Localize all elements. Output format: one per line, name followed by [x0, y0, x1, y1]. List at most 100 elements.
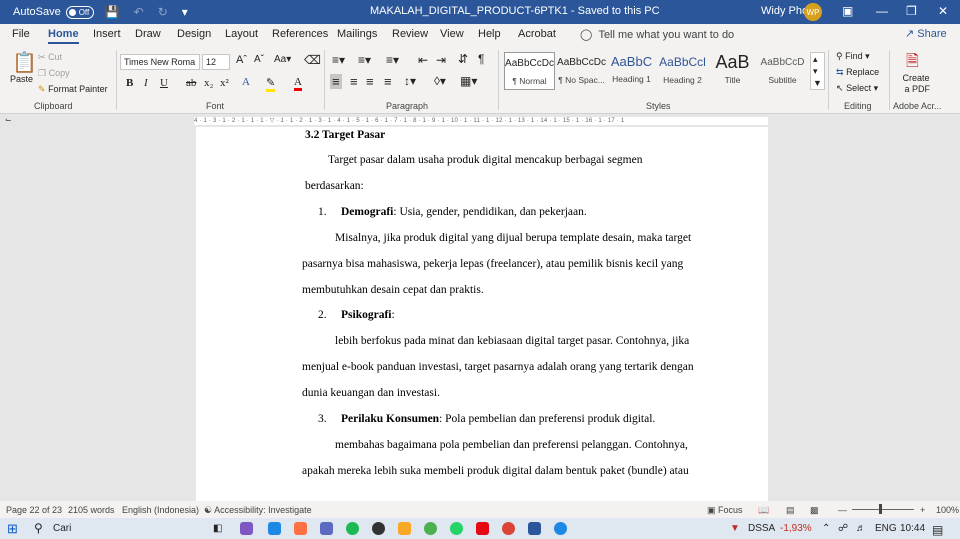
strikethrough-icon[interactable]: ab [186, 77, 196, 89]
autosave-toggle[interactable]: Off [65, 5, 94, 19]
redo-icon[interactable]: ↻ [158, 5, 168, 19]
paste-button[interactable]: Paste [10, 74, 33, 84]
spotify-icon[interactable] [346, 522, 359, 535]
multilevel-list-icon[interactable]: ≡▾ [386, 53, 399, 67]
tray-chevron-icon[interactable]: ⌃ [822, 523, 830, 534]
read-mode-icon[interactable]: 📖 [758, 505, 769, 516]
word-icon[interactable] [528, 522, 541, 535]
font-color-icon[interactable]: A [294, 76, 302, 91]
tab-file[interactable]: File [12, 28, 30, 40]
undo-icon[interactable]: ↶ [134, 5, 144, 19]
stock-ticker[interactable]: DSSA [748, 523, 775, 534]
font-size-select[interactable]: 12 [202, 54, 230, 70]
ribbon-display-icon[interactable]: ▣ [842, 4, 853, 18]
user-name[interactable]: Widy Pho [761, 5, 808, 17]
language-indicator[interactable]: English (Indonesia) [122, 505, 199, 515]
decrease-indent-icon[interactable]: ⇤ [418, 53, 428, 67]
tab-draw[interactable]: Draw [135, 28, 161, 40]
minimize-icon[interactable]: — [876, 4, 888, 18]
whatsapp-icon[interactable] [450, 522, 463, 535]
app-icon[interactable] [320, 522, 333, 535]
document-title[interactable]: MAKALAH_DIGITAL_PRODUCT-6PTK1 - Saved to… [370, 5, 660, 17]
app-icon[interactable] [240, 522, 253, 535]
styles-scroll-icon[interactable]: ▴ ▾ ▼ [810, 52, 825, 90]
stock-change[interactable]: -1,93% [780, 523, 812, 534]
style-subtitle[interactable]: AaBbCcD Subtitle [757, 52, 808, 90]
font-name-select[interactable]: Times New Roma [120, 54, 200, 70]
tab-selector-icon[interactable]: ⌙ [5, 115, 12, 124]
increase-indent-icon[interactable]: ⇥ [436, 53, 446, 67]
highlight-icon[interactable]: ✎ [266, 76, 276, 92]
numbering-icon[interactable]: ≡▾ [358, 53, 371, 67]
cut-button[interactable]: ✂ Cut [38, 52, 62, 63]
shading-icon[interactable]: ◊▾ [434, 74, 446, 88]
text-effects-icon[interactable]: A [242, 76, 250, 88]
find-button[interactable]: ⚲ Find ▾ [836, 51, 870, 62]
web-layout-icon[interactable]: ▩ [810, 505, 819, 516]
style-no-spacing[interactable]: AaBbCcDc ¶ No Spac... [556, 52, 607, 90]
avatar[interactable]: WP [804, 3, 822, 21]
line-spacing-icon[interactable]: ↕▾ [404, 74, 416, 88]
zoom-slider-thumb[interactable] [879, 504, 882, 514]
focus-button[interactable]: ▣ Focus [707, 505, 743, 516]
tab-view[interactable]: View [440, 28, 464, 40]
app-icon[interactable] [372, 522, 385, 535]
zoom-slider[interactable] [852, 509, 914, 510]
tab-help[interactable]: Help [478, 28, 501, 40]
style-heading-2[interactable]: AaBbCcl Heading 2 [657, 52, 708, 90]
tab-layout[interactable]: Layout [225, 28, 258, 40]
underline-icon[interactable]: U [160, 77, 168, 89]
share-button[interactable]: ↗ Share [905, 27, 947, 40]
tab-review[interactable]: Review [392, 28, 428, 40]
replace-button[interactable]: ⇆ Replace [836, 67, 879, 78]
align-right-icon[interactable]: ≡ [366, 74, 374, 89]
save-icon[interactable]: 💾 [105, 5, 120, 19]
tab-insert[interactable]: Insert [93, 28, 121, 40]
zoom-level[interactable]: 100% [936, 505, 959, 515]
sort-icon[interactable]: ⇵ [458, 52, 468, 66]
chrome-icon[interactable] [424, 522, 437, 535]
search-icon[interactable]: ⚲ [34, 521, 43, 535]
tab-mailings[interactable]: Mailings [337, 28, 377, 40]
paste-icon[interactable]: 📋 [12, 50, 37, 75]
language-indicator[interactable]: ENG [875, 523, 897, 534]
style-heading-1[interactable]: AaBbC Heading 1 [606, 52, 657, 90]
bold-icon[interactable]: B [126, 77, 133, 89]
italic-icon[interactable]: I [144, 77, 148, 89]
restore-icon[interactable]: ❐ [906, 4, 917, 18]
page-count[interactable]: Page 22 of 23 [6, 505, 62, 515]
align-center-icon[interactable]: ≡ [350, 74, 358, 89]
create-pdf-button[interactable]: Create a PDF [902, 73, 931, 95]
subscript-icon[interactable]: x₂ [204, 77, 213, 89]
volume-icon[interactable]: ♬ [856, 523, 866, 534]
tab-acrobat[interactable]: Acrobat [518, 28, 556, 40]
taskbar-search[interactable]: Cari [53, 523, 71, 534]
zoom-in-icon[interactable]: + [920, 505, 925, 515]
chrome-icon[interactable] [502, 522, 515, 535]
task-view-icon[interactable]: ◧ [213, 523, 222, 534]
grow-font-icon[interactable]: Aˆ [236, 54, 247, 66]
copy-button[interactable]: ❐ Copy [38, 68, 70, 79]
accessibility-status[interactable]: ☯ Accessibility: Investigate [204, 505, 312, 516]
bullets-icon[interactable]: ≡▾ [332, 53, 345, 67]
close-icon[interactable]: ✕ [938, 4, 948, 18]
clock[interactable]: 10:44 [900, 523, 925, 534]
justify-icon[interactable]: ≡ [384, 74, 392, 89]
windows-start-icon[interactable]: ⊞ [7, 521, 18, 537]
change-case-icon[interactable]: Aa▾ [274, 54, 291, 65]
document-page[interactable]: 3.2 Target Pasar Target pasar dalam usah… [196, 127, 768, 501]
firefox-icon[interactable] [294, 522, 307, 535]
notification-icon[interactable]: ▤ [932, 523, 943, 537]
show-marks-icon[interactable]: ¶ [478, 52, 484, 66]
select-button[interactable]: ↖ Select ▾ [836, 83, 878, 94]
customize-qat-icon[interactable]: ▾ [182, 5, 188, 19]
netflix-icon[interactable] [476, 522, 489, 535]
borders-icon[interactable]: ▦▾ [460, 74, 477, 88]
style-normal[interactable]: AaBbCcDc ¶ Normal [504, 52, 555, 90]
horizontal-ruler[interactable]: ⌙ 4 · 1 · 3 · 1 · 2 · 1 · 1 · 1 · ▽ · 1 … [0, 115, 960, 127]
tell-me-search[interactable]: ◯ Tell me what you want to do [580, 28, 734, 41]
tab-references[interactable]: References [272, 28, 328, 40]
ruler-scale[interactable]: 4 · 1 · 3 · 1 · 2 · 1 · 1 · 1 · ▽ · 1 · … [194, 117, 768, 125]
file-explorer-icon[interactable] [398, 522, 411, 535]
format-painter-button[interactable]: ✎ Format Painter [38, 84, 108, 95]
